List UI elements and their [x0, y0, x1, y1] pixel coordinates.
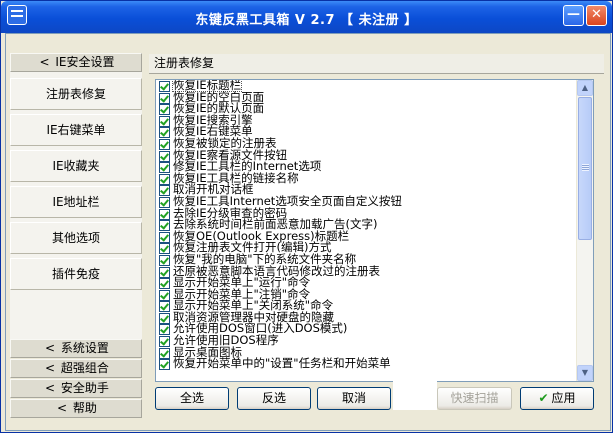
checkbox-checked-icon[interactable] [159, 92, 170, 104]
checkbox-checked-icon[interactable] [159, 231, 170, 243]
sidebar-header-label: 安全助手 [60, 381, 109, 395]
checklist-item-label: 恢复开始菜单中的"设置"任务栏和开始菜单 [173, 356, 391, 371]
apply-label: 应用 [551, 391, 576, 405]
blank-area [393, 367, 437, 410]
chevron-left-icon: < [45, 361, 56, 375]
checkbox-checked-icon[interactable] [159, 150, 170, 162]
apply-button[interactable]: ✔ 应用 [520, 387, 594, 410]
sidebar-header-super-combo[interactable]: < 超强组合 [10, 359, 142, 378]
checkbox-checked-icon[interactable] [159, 243, 170, 255]
checkbox-checked-icon[interactable] [159, 312, 170, 324]
chevron-left-icon: < [45, 341, 56, 355]
chevron-left-icon: < [39, 55, 50, 69]
sidebar: < IE安全设置 注册表修复 IE右键菜单 IE收藏夹 IE地址栏 其他选项 插… [10, 53, 142, 420]
checkbox-checked-icon[interactable] [159, 254, 170, 266]
sidebar-item-ie-favorites[interactable]: IE收藏夹 [10, 150, 142, 182]
checkbox-checked-icon[interactable] [159, 336, 170, 348]
section-title: 注册表修复 [149, 54, 604, 74]
checkbox-checked-icon[interactable] [159, 173, 170, 185]
sidebar-item-registry-repair[interactable]: 注册表修复 [10, 78, 142, 110]
sidebar-header-label: 帮助 [72, 401, 97, 415]
options-checklist[interactable]: 恢复IE标题栏 恢复IE的空白页面 恢复IE的默认页面 恢复IE搜索引擎 恢复IE右键菜… [155, 79, 594, 382]
sidebar-header-ie-security[interactable]: < IE安全设置 [10, 53, 142, 72]
options-list: 恢复IE标题栏 恢复IE的空白页面 恢复IE的默认页面 恢复IE搜索引擎 恢复IE右键菜… [157, 80, 578, 371]
sidebar-header-label: 超强组合 [60, 361, 109, 375]
invert-selection-button[interactable]: 反选 [237, 387, 311, 410]
checkbox-checked-icon[interactable] [159, 324, 170, 336]
sidebar-header-label: IE安全设置 [55, 55, 115, 69]
sidebar-header-help[interactable]: < 帮助 [10, 399, 142, 418]
sidebar-panel: 注册表修复 IE右键菜单 IE收藏夹 IE地址栏 其他选项 插件免疫 [10, 72, 142, 340]
window-title: 东键反黑工具箱 V 2.7 【 未注册 】 [195, 13, 418, 28]
checkbox-checked-icon[interactable] [159, 115, 170, 127]
checkbox-checked-icon[interactable] [159, 347, 170, 359]
sidebar-item-other-options[interactable]: 其他选项 [10, 222, 142, 254]
sidebar-header-label: 系统设置 [60, 341, 109, 355]
select-all-button[interactable]: 全选 [155, 387, 229, 410]
vertical-scrollbar[interactable]: ▲ ▼ [576, 80, 593, 381]
checkbox-checked-icon[interactable] [159, 266, 170, 278]
checkbox-checked-icon[interactable] [159, 196, 170, 208]
checkbox-checked-icon[interactable] [159, 127, 170, 139]
scroll-up-icon[interactable]: ▲ [577, 80, 593, 96]
checkbox-checked-icon[interactable] [159, 185, 170, 197]
cancel-button[interactable]: 取消 [317, 387, 391, 410]
sidebar-item-ie-context-menu[interactable]: IE右键菜单 [10, 114, 142, 146]
checkbox-checked-icon[interactable] [159, 81, 170, 92]
checkbox-checked-icon[interactable] [159, 162, 170, 174]
title-bar[interactable]: 东键反黑工具箱 V 2.7 【 未注册 】 — ✕ [1, 1, 612, 33]
minimize-button[interactable]: — [563, 5, 584, 26]
sidebar-item-ie-address-bar[interactable]: IE地址栏 [10, 186, 142, 218]
checkmark-icon: ✔ [538, 391, 549, 405]
sidebar-header-security-assistant[interactable]: < 安全助手 [10, 379, 142, 398]
checkbox-checked-icon[interactable] [159, 301, 170, 313]
checklist-item[interactable]: 恢复开始菜单中的"设置"任务栏和开始菜单 [157, 356, 578, 371]
checkbox-checked-icon[interactable] [159, 208, 170, 220]
sidebar-header-system-settings[interactable]: < 系统设置 [10, 339, 142, 358]
checkbox-checked-icon[interactable] [159, 104, 170, 116]
sidebar-item-plugin-immunity[interactable]: 插件免疫 [10, 258, 142, 290]
checkbox-checked-icon[interactable] [159, 289, 170, 301]
quick-scan-button[interactable]: 快速扫描 [437, 387, 512, 410]
scrollbar-thumb[interactable] [578, 97, 592, 240]
scroll-down-icon[interactable]: ▼ [577, 365, 593, 381]
checkbox-checked-icon[interactable] [159, 220, 170, 232]
chevron-left-icon: < [45, 381, 56, 395]
checkbox-checked-icon[interactable] [159, 278, 170, 290]
chevron-left-icon: < [57, 401, 68, 415]
checkbox-checked-icon[interactable] [159, 359, 170, 371]
checkbox-checked-icon[interactable] [159, 138, 170, 150]
app-window: 东键反黑工具箱 V 2.7 【 未注册 】 — ✕ < IE安全设置 注册表修复… [0, 0, 613, 433]
close-button[interactable]: ✕ [586, 5, 607, 26]
